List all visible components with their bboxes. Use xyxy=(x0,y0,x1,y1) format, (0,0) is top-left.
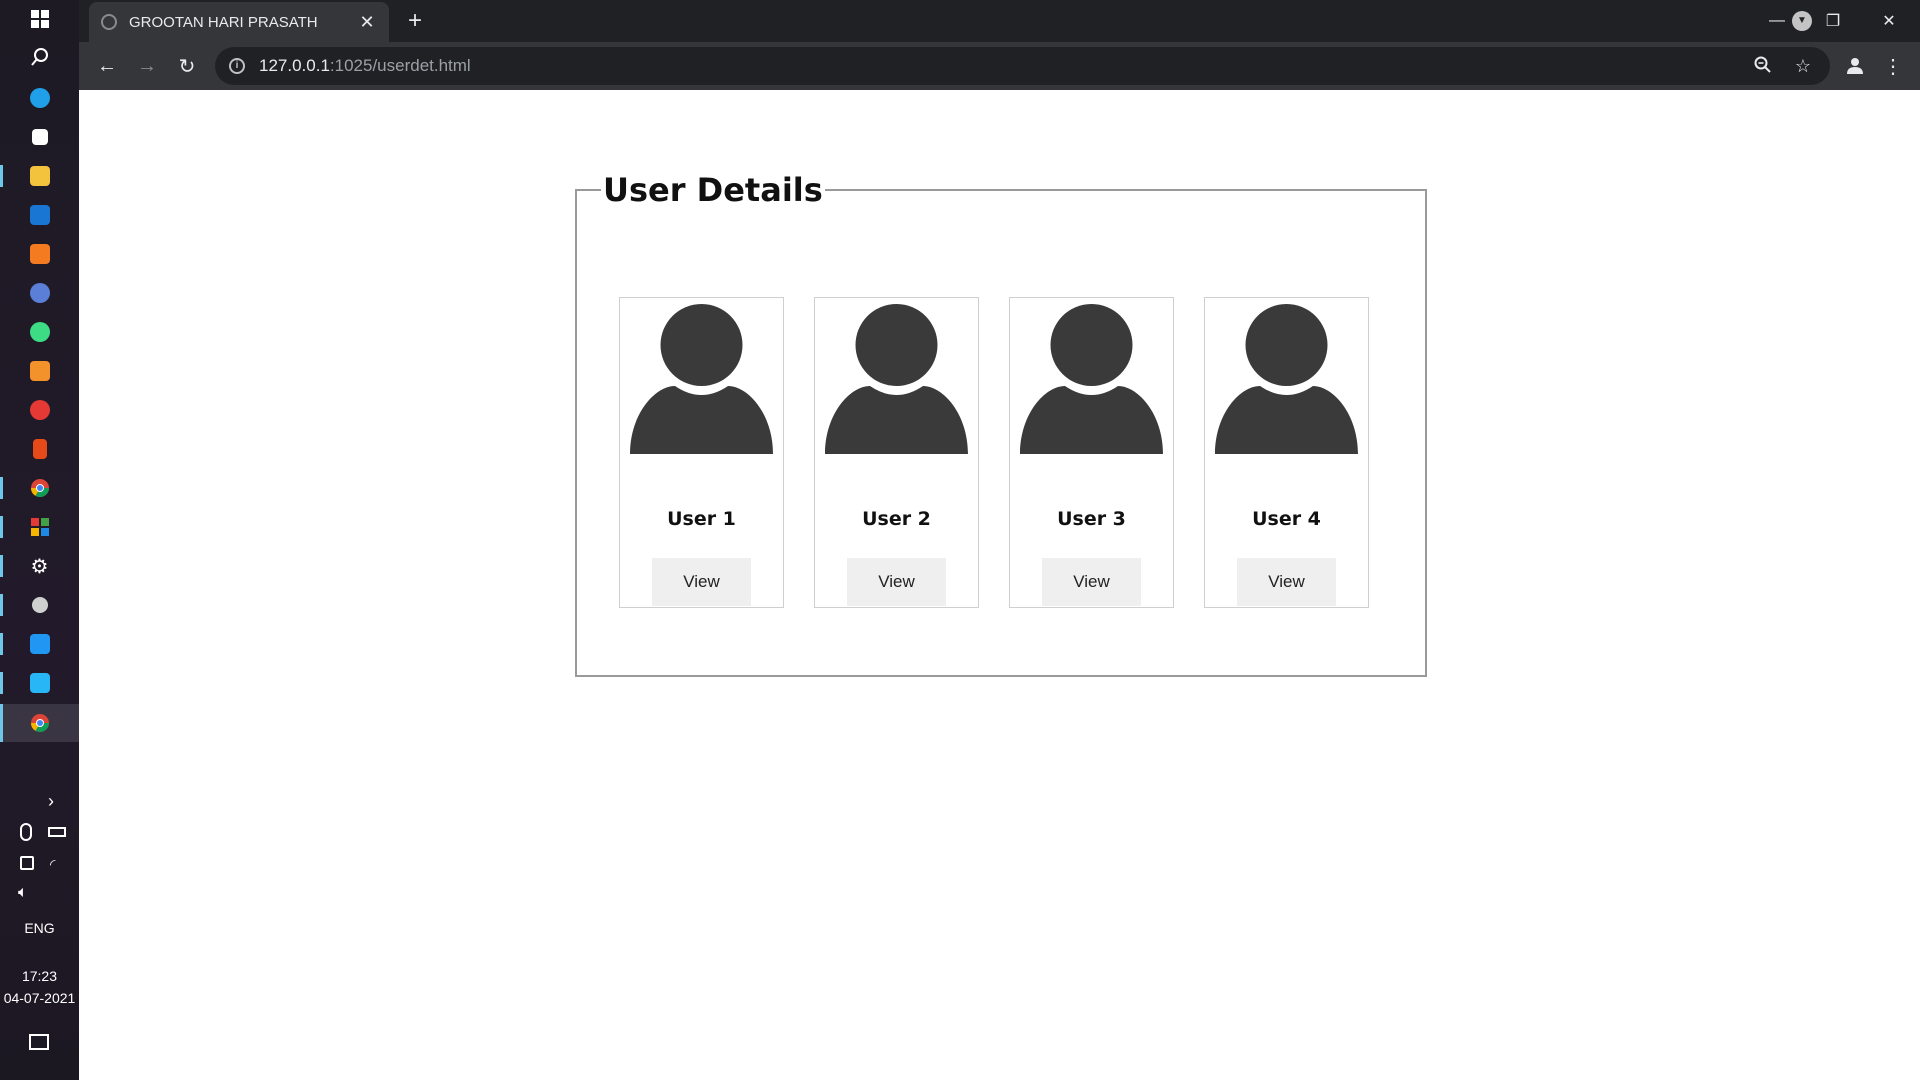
avatar-icon xyxy=(1020,304,1163,454)
settings-icon[interactable]: ⚙ xyxy=(0,547,79,585)
view-user-button[interactable]: View xyxy=(1237,558,1336,606)
user-card-3: User 3 View xyxy=(1009,297,1174,608)
chevron-right-icon[interactable]: › xyxy=(48,791,54,812)
avatar-icon xyxy=(825,304,968,454)
language-indicator[interactable]: ENG xyxy=(0,920,79,936)
user-cards: User 1 View User 2 View User 3 View User… xyxy=(619,297,1369,608)
bookmark-star-icon[interactable]: ☆ xyxy=(1792,56,1814,76)
menu-kebab-icon[interactable]: ⋮ xyxy=(1877,50,1909,82)
address-bar[interactable]: i 127.0.0.1:1025/userdet.html xyxy=(215,47,1830,85)
back-icon[interactable]: ← xyxy=(91,50,123,82)
clock-time[interactable]: 17:23 xyxy=(0,968,79,984)
microphone-icon[interactable] xyxy=(20,823,32,841)
battery-icon[interactable] xyxy=(48,827,66,837)
app-icon[interactable] xyxy=(0,274,79,312)
windows-start-icon[interactable] xyxy=(0,0,79,38)
store-icon[interactable] xyxy=(0,118,79,156)
tiles-icon[interactable] xyxy=(0,508,79,546)
browser-tab[interactable]: GROOTAN HARI PRASATH ✕ xyxy=(89,2,389,42)
globe-icon xyxy=(101,14,117,30)
tab-title: GROOTAN HARI PRASATH xyxy=(129,13,318,31)
browser-tabstrip: GROOTAN HARI PRASATH ✕ + ▼ — ❐ ✕ xyxy=(79,0,1920,42)
browser-toolbar: ← → ↻ i 127.0.0.1:1025/userdet.html ☆ ⋮ xyxy=(79,42,1920,90)
user-card-2: User 2 View xyxy=(814,297,979,608)
clock-date[interactable]: 04-07-2021 xyxy=(0,990,79,1006)
reload-icon[interactable]: ↻ xyxy=(171,50,203,82)
user-card-4: User 4 View xyxy=(1204,297,1369,608)
view-user-button[interactable]: View xyxy=(847,558,946,606)
user-name: User 3 xyxy=(1057,508,1126,530)
windows-taskbar: ⚙ › ◜ 🔈︎ ENG 17:23 04-07-2021 xyxy=(0,0,79,1080)
mail-icon[interactable] xyxy=(0,196,79,234)
user-name: User 1 xyxy=(667,508,736,530)
avatar-icon xyxy=(1215,304,1358,454)
edge-icon[interactable] xyxy=(0,79,79,117)
page-title: User Details xyxy=(603,171,823,209)
app-icon[interactable] xyxy=(0,664,79,702)
search-icon[interactable] xyxy=(0,38,79,76)
android-studio-icon[interactable] xyxy=(0,313,79,351)
chrome-active-icon[interactable] xyxy=(0,704,79,742)
site-info-icon[interactable]: i xyxy=(229,58,245,74)
page-viewport: User Details User 1 View User 2 View Use… xyxy=(79,90,1920,1080)
user-name: User 4 xyxy=(1252,508,1321,530)
user-name: User 2 xyxy=(862,508,931,530)
wifi-icon[interactable]: ◜ xyxy=(50,856,55,873)
file-explorer-icon[interactable] xyxy=(0,157,79,195)
user-card-1: User 1 View xyxy=(619,297,784,608)
game-icon[interactable] xyxy=(0,586,79,624)
zoom-icon[interactable] xyxy=(1752,56,1774,78)
minimize-button[interactable]: — xyxy=(1749,0,1805,42)
office-icon[interactable] xyxy=(0,430,79,468)
restore-button[interactable]: ❐ xyxy=(1805,0,1861,42)
user-details-fieldset: User Details User 1 View User 2 View Use… xyxy=(575,171,1427,677)
vscode-icon[interactable] xyxy=(0,625,79,663)
window-close-button[interactable]: ✕ xyxy=(1861,0,1917,42)
new-tab-button[interactable]: + xyxy=(401,8,429,36)
chrome-icon[interactable] xyxy=(0,469,79,507)
tab-close-icon[interactable]: ✕ xyxy=(357,12,377,33)
xampp-icon[interactable] xyxy=(0,235,79,273)
notification-center-icon[interactable] xyxy=(29,1034,49,1050)
url-path: :1025/userdet.html xyxy=(329,56,471,75)
view-user-button[interactable]: View xyxy=(1042,558,1141,606)
url-host: 127.0.0.1 xyxy=(259,56,330,75)
avatar-icon xyxy=(630,304,773,454)
snip-icon[interactable] xyxy=(0,391,79,429)
volume-icon[interactable]: 🔈︎ xyxy=(18,884,28,902)
camera-icon[interactable] xyxy=(20,856,34,870)
view-user-button[interactable]: View xyxy=(652,558,751,606)
sublime-text-icon[interactable] xyxy=(0,352,79,390)
forward-icon[interactable]: → xyxy=(131,50,163,82)
profile-icon[interactable] xyxy=(1839,50,1871,82)
